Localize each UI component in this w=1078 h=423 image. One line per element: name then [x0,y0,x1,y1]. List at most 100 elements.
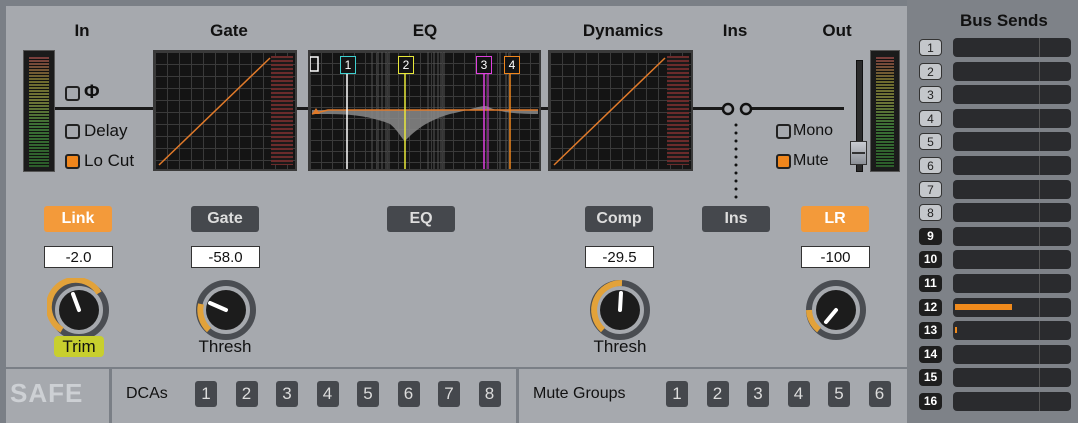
dcas-label: DCAs [126,385,168,402]
delay-toggle[interactable]: Delay [65,121,127,141]
bus-send-row-9: 9 [919,226,1071,247]
bus-send-level-2[interactable] [953,61,1071,81]
bus-send-row-6: 6 [919,156,1071,176]
mute-toggle[interactable]: Mute [776,152,829,170]
ins-button[interactable]: Ins [702,206,770,232]
mono-toggle[interactable]: Mono [776,122,833,140]
bus-send-level-8[interactable] [953,203,1071,223]
bus-send-level-11[interactable] [953,274,1071,293]
eq-band-2-marker[interactable]: 2 [398,56,414,74]
lo-cut-checkbox[interactable] [65,153,80,169]
bus-send-number-1[interactable]: 1 [919,39,942,56]
mute-groups-label: Mute Groups [533,385,626,402]
ins-header: Ins [722,21,748,40]
mono-label: Mono [793,122,834,139]
bus-send-row-16: 16 [919,392,1071,412]
eq-band-4-marker[interactable]: 4 [504,56,520,74]
lo-cut-label: Lo Cut [84,151,135,170]
pan-knob[interactable] [804,278,868,342]
bus-send-level-5[interactable] [953,132,1071,152]
gate-button[interactable]: Gate [191,206,259,232]
lr-button[interactable]: LR [801,206,869,232]
input-meter [23,50,55,172]
eq-graph[interactable]: 1 2 3 4 [308,50,541,171]
bus-send-number-10[interactable]: 10 [919,251,942,269]
delay-label: Delay [84,121,128,140]
bus-send-level-13[interactable] [953,321,1071,341]
eq-button[interactable]: EQ [387,206,455,232]
bus-send-level-9[interactable] [953,226,1071,246]
dca-button-8[interactable]: 8 [478,381,501,407]
mute-label: Mute [793,152,829,169]
gate-meter [271,56,293,165]
safe-button[interactable]: SAFE [10,378,83,409]
gate-graph[interactable] [153,50,297,171]
dca-button-4[interactable]: 4 [316,381,339,407]
bus-send-level-4[interactable] [953,108,1071,128]
bus-send-level-10[interactable] [953,250,1071,270]
trim-knob[interactable] [47,278,111,342]
bus-send-number-6[interactable]: 6 [919,157,942,174]
bus-send-number-15[interactable]: 15 [919,369,942,387]
bus-send-level-3[interactable] [953,85,1071,105]
mute-group-button-1[interactable]: 1 [666,381,688,407]
dynamics-graph[interactable] [548,50,693,171]
comp-thresh-knob[interactable] [588,278,652,342]
bus-send-number-16[interactable]: 16 [919,393,942,410]
dca-button-1[interactable]: 1 [195,381,217,407]
bus-send-number-8[interactable]: 8 [919,204,942,222]
dca-button-5[interactable]: 5 [357,381,379,407]
mute-group-button-5[interactable]: 5 [828,381,850,407]
pan-value[interactable]: -100 [801,246,870,268]
gate-thresh-knob[interactable] [194,278,258,342]
dca-button-3[interactable]: 3 [276,381,298,407]
bus-send-level-12[interactable] [953,297,1071,317]
bus-send-row-8: 8 [919,203,1071,223]
phase-toggle[interactable]: Φ [65,82,100,104]
bus-send-row-11: 11 [919,274,1071,294]
mute-checkbox[interactable] [776,153,791,169]
bus-send-level-6[interactable] [953,156,1071,175]
lo-cut-toggle[interactable]: Lo Cut [65,151,134,171]
bus-send-row-4: 4 [919,108,1071,129]
bus-send-level-1[interactable] [953,38,1071,57]
bus-send-number-5[interactable]: 5 [919,133,942,151]
mute-group-button-3[interactable]: 3 [747,381,769,407]
bus-send-level-7[interactable] [953,179,1071,199]
bus-send-level-14[interactable] [953,344,1071,364]
eq-band-3-marker[interactable]: 3 [476,56,492,74]
trim-value[interactable]: -2.0 [44,246,113,268]
bus-send-level-15[interactable] [953,368,1071,388]
comp-thresh-value[interactable]: -29.5 [585,246,654,268]
dca-button-6[interactable]: 6 [397,381,420,407]
eq-header: EQ [412,21,438,40]
gate-thresh-value[interactable]: -58.0 [191,246,260,268]
bus-send-number-11[interactable]: 11 [919,275,942,292]
bus-send-number-9[interactable]: 9 [919,227,942,245]
bus-send-number-3[interactable]: 3 [919,86,942,104]
delay-checkbox[interactable] [65,123,80,139]
link-button[interactable]: Link [44,206,112,232]
dca-button-2[interactable]: 2 [235,381,258,407]
output-fader-handle[interactable] [850,141,867,165]
bus-send-number-4[interactable]: 4 [919,109,942,127]
bus-send-number-12[interactable]: 12 [919,298,942,316]
divider [516,369,519,423]
bus-send-number-7[interactable]: 7 [919,180,942,198]
bus-send-row-5: 5 [919,132,1071,152]
bus-send-level-16[interactable] [953,392,1071,411]
mute-group-button-6[interactable]: 6 [868,381,891,407]
bus-send-number-2[interactable]: 2 [919,62,942,80]
insert-switch-icon[interactable] [720,99,756,119]
phase-checkbox[interactable] [65,85,80,101]
eq-band-1-marker[interactable]: 1 [340,56,356,74]
mono-checkbox[interactable] [776,123,791,139]
dynamics-meter [667,56,689,165]
dca-button-7[interactable]: 7 [438,381,460,407]
bus-send-number-13[interactable]: 13 [919,322,942,340]
mute-group-button-4[interactable]: 4 [787,381,810,407]
bus-send-number-14[interactable]: 14 [919,345,942,363]
mute-group-button-2[interactable]: 2 [706,381,729,407]
out-header: Out [822,21,852,40]
comp-button[interactable]: Comp [585,206,653,232]
